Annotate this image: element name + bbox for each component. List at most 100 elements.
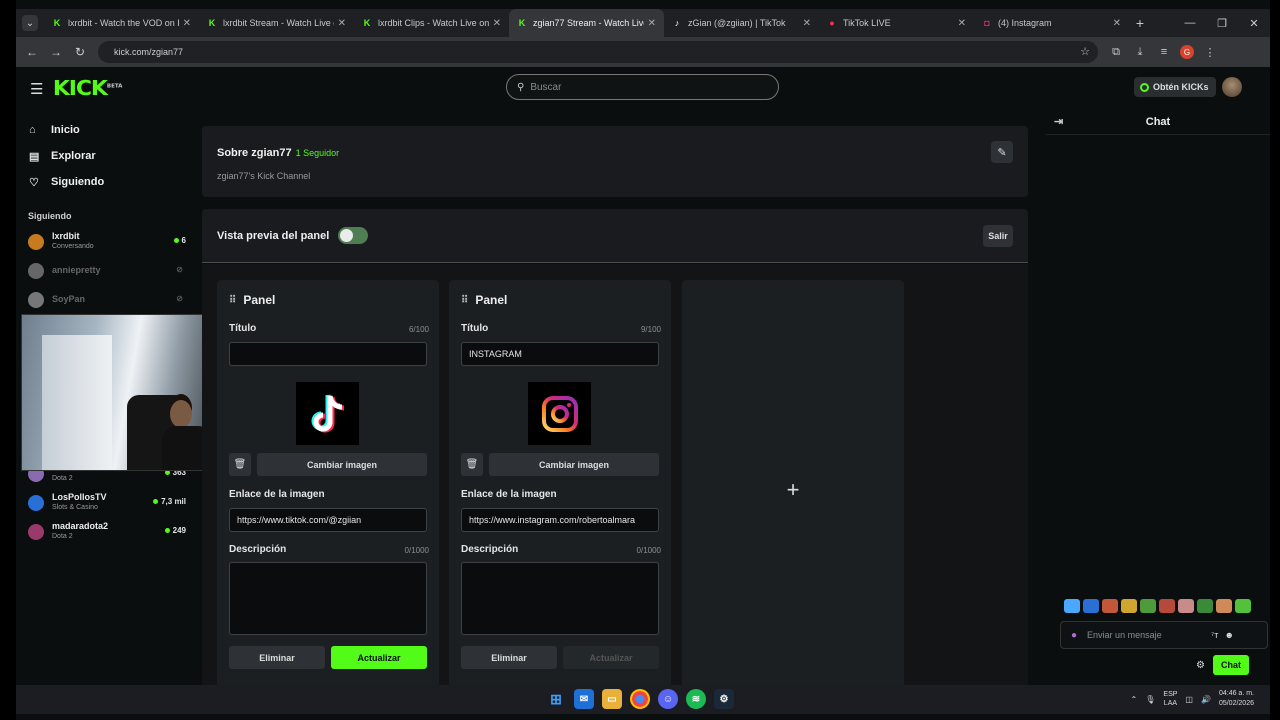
image-link-input[interactable]: https://www.instagram.com/robertoalmara: [461, 508, 659, 532]
title-counter: 9/100: [640, 325, 661, 334]
close-window-icon[interactable]: ✕: [1238, 9, 1270, 37]
browser-tab[interactable]: ♪ zGian (@zgiian) | TikTok ✕: [664, 9, 819, 37]
emote-icon[interactable]: [1216, 599, 1232, 613]
channel-category: Dota 2: [52, 475, 73, 482]
microphone-icon[interactable]: 🎙: [1145, 695, 1155, 704]
following-channel-item[interactable]: LosPollosTV Slots & Casino 7,3 mil: [16, 488, 186, 517]
emote-icon[interactable]: [1064, 599, 1080, 613]
language-indicator[interactable]: ESP LAA: [1163, 690, 1177, 708]
emote-icon[interactable]: [1140, 599, 1156, 613]
address-bar[interactable]: kick.com/zgian77 ☆: [98, 41, 1098, 63]
emote-icon[interactable]: [1197, 599, 1213, 613]
file-explorer-icon[interactable]: ▭: [602, 689, 622, 709]
volume-icon[interactable]: 🔊: [1201, 695, 1211, 704]
exit-button[interactable]: Salir: [983, 225, 1013, 247]
emote-icon[interactable]: [1178, 599, 1194, 613]
emote-icon[interactable]: [1159, 599, 1175, 613]
description-textarea[interactable]: [461, 562, 659, 635]
image-link-input[interactable]: https://www.tiktok.com/@zgiian: [229, 508, 427, 532]
browser-tab[interactable]: ● TikTok LIVE ✕: [819, 9, 974, 37]
profile-avatar[interactable]: G: [1180, 45, 1194, 59]
following-channel-item[interactable]: madaradota2 Dota 2 249: [16, 517, 186, 546]
description-textarea[interactable]: [229, 562, 427, 635]
chrome-icon[interactable]: [630, 689, 650, 709]
browser-tab[interactable]: ◘ (4) Instagram ✕: [974, 9, 1129, 37]
following-channel-item[interactable]: SoyPan ⊘: [16, 285, 186, 314]
following-channel-item[interactable]: lxrdbit Conversando 6: [16, 227, 186, 256]
windows-start-icon[interactable]: ⊞: [546, 689, 566, 709]
add-panel-button[interactable]: +: [682, 280, 904, 700]
title-input[interactable]: INSTAGRAM: [461, 342, 659, 366]
title-input[interactable]: [229, 342, 427, 366]
emote-icon[interactable]: [1235, 599, 1251, 613]
maximize-icon[interactable]: ❐: [1206, 9, 1238, 37]
user-avatar[interactable]: [1222, 77, 1242, 97]
emote-icon[interactable]: [1083, 599, 1099, 613]
trash-icon[interactable]: 🗑: [229, 453, 251, 476]
delete-button[interactable]: Eliminar: [229, 646, 325, 669]
media-icon[interactable]: ≡: [1156, 46, 1172, 58]
steam-icon[interactable]: ⚙: [714, 689, 734, 709]
spotify-icon[interactable]: ≋: [686, 689, 706, 709]
back-icon[interactable]: ←: [20, 45, 44, 59]
network-icon[interactable]: ◫: [1185, 695, 1193, 704]
kick-logo[interactable]: KICKBETA: [53, 76, 123, 100]
change-image-button[interactable]: Cambiar imagen: [489, 453, 659, 476]
search-box: ⚲: [506, 74, 779, 100]
chat-send-button[interactable]: Chat: [1212, 655, 1249, 675]
discord-icon[interactable]: ☺: [658, 689, 678, 709]
trash-icon[interactable]: 🗑: [461, 453, 483, 476]
browser-tab[interactable]: Klxrdbit - Watch the VOD on Kick✕: [44, 9, 199, 37]
update-button[interactable]: Actualizar: [331, 646, 427, 669]
search-input[interactable]: [530, 81, 751, 93]
browser-tab[interactable]: Klxrdbit Stream - Watch Live on Kick✕: [199, 9, 354, 37]
browser-toolbar: ← → ↻ kick.com/zgian77 ☆ ⧉ ⤓ ≡ G ⋮: [16, 37, 1270, 67]
tab-search-button[interactable]: ⌄: [16, 9, 44, 37]
close-icon[interactable]: ✕: [1113, 18, 1121, 29]
chat-message-input[interactable]: [1087, 630, 1206, 640]
outlook-icon[interactable]: ✉: [574, 689, 594, 709]
change-image-button[interactable]: Cambiar imagen: [257, 453, 427, 476]
emote-bar: [1064, 599, 1251, 613]
new-tab-button[interactable]: +: [1129, 9, 1151, 37]
viewer-count: 6: [173, 236, 186, 245]
close-icon[interactable]: ✕: [648, 18, 656, 29]
close-icon[interactable]: ✕: [803, 18, 811, 29]
sidebar-item-explore[interactable]: ▤ Explorar: [16, 143, 186, 169]
clock[interactable]: 04:46 a. m. 05/02/2026: [1219, 689, 1254, 709]
forward-icon[interactable]: →: [44, 45, 68, 59]
get-kicks-button[interactable]: Obtén KICKs: [1134, 77, 1216, 97]
explore-icon: ▤: [29, 150, 40, 163]
more-menu-icon[interactable]: ⋮: [1202, 46, 1218, 59]
screen: ⌄ Klxrdbit - Watch the VOD on Kick✕ Klxr…: [16, 0, 1270, 720]
sidebar-item-home[interactable]: ⌂ Inicio: [16, 117, 186, 143]
download-icon[interactable]: ⤓: [1132, 46, 1148, 59]
following-channel-item[interactable]: anniepretty ⊘: [16, 256, 186, 285]
emote-icon[interactable]: [1102, 599, 1118, 613]
bookmark-star-icon[interactable]: ☆: [1080, 45, 1090, 58]
close-icon[interactable]: ✕: [958, 18, 966, 29]
panel-preview-toggle[interactable]: [338, 227, 368, 244]
text-tool-icon[interactable]: ⁷ᴛ: [1211, 630, 1218, 640]
menu-icon[interactable]: ☰: [30, 80, 43, 98]
drag-handle-icon[interactable]: ⠿: [229, 295, 236, 306]
browser-tab-active[interactable]: Kzgian77 Stream - Watch Live on Kick✕: [509, 9, 664, 37]
extensions-icon[interactable]: ⧉: [1108, 46, 1124, 59]
collapse-chat-icon[interactable]: ⇥: [1054, 115, 1063, 128]
drag-handle-icon[interactable]: ⠿: [461, 295, 468, 306]
reload-icon[interactable]: ↻: [68, 45, 92, 59]
mic-icon[interactable]: ●: [1071, 630, 1077, 641]
tray-chevron-icon[interactable]: ⌃: [1131, 695, 1138, 704]
close-icon[interactable]: ✕: [183, 18, 191, 29]
sidebar-item-following[interactable]: ♡ Siguiendo: [16, 169, 186, 195]
edit-pencil-icon[interactable]: ✎: [991, 141, 1013, 163]
gear-icon[interactable]: ⚙: [1196, 660, 1205, 671]
browser-tab[interactable]: Klxrdbit Clips - Watch Live on Kick✕: [354, 9, 509, 37]
close-icon[interactable]: ✕: [338, 18, 346, 29]
instagram-icon: ◘: [984, 18, 990, 28]
delete-button[interactable]: Eliminar: [461, 646, 557, 669]
close-icon[interactable]: ✕: [493, 18, 501, 29]
minimize-icon[interactable]: —: [1174, 9, 1206, 37]
emote-icon[interactable]: [1121, 599, 1137, 613]
emoji-icon[interactable]: ☻: [1224, 630, 1233, 640]
